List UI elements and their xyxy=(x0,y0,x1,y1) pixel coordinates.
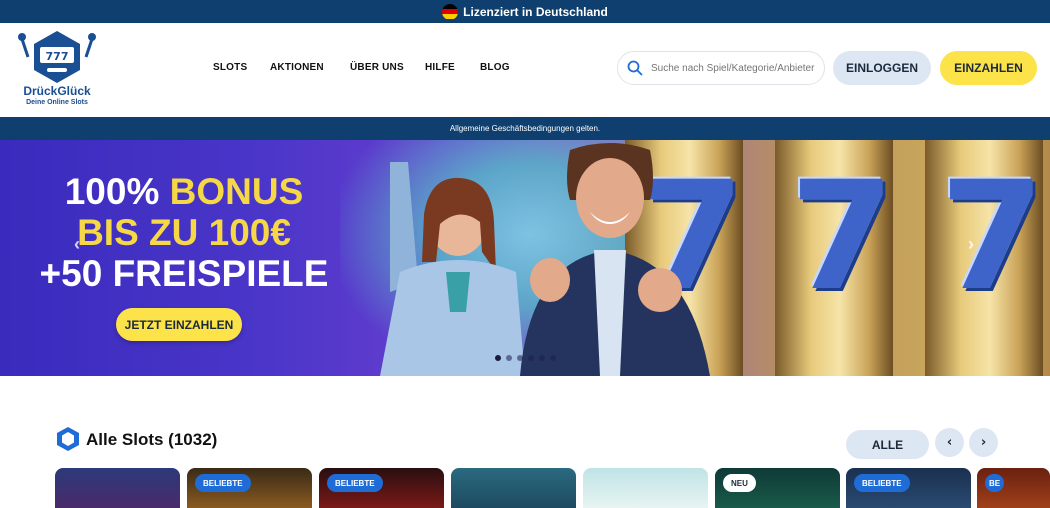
slot-tile[interactable]: BELIEBTE xyxy=(319,468,444,508)
site-header: 777 DrückGlück Deine Online Slots SLOTS … xyxy=(0,23,1050,117)
nav-blog[interactable]: BLOG xyxy=(480,62,510,73)
carousel-dot[interactable] xyxy=(517,355,523,361)
nav-ueber-uns[interactable]: ÜBER UNS xyxy=(350,62,425,73)
tile-badge: BELIEBTE xyxy=(327,474,383,492)
terms-bar: Allgemeine Geschäftsbedingungen gelten. xyxy=(0,117,1050,140)
nav-aktionen[interactable]: AKTIONEN xyxy=(270,62,350,73)
slot-tile[interactable]: BELIEBTE xyxy=(846,468,971,508)
carousel-dots xyxy=(495,355,556,361)
deposit-button[interactable]: EINZAHLEN xyxy=(940,51,1037,85)
hero-percent-text: 100% xyxy=(64,171,160,212)
carousel-dot[interactable] xyxy=(550,355,556,361)
hero-headline-line1: 100% BONUS xyxy=(34,171,334,212)
tile-badge: BE xyxy=(985,474,1005,492)
reel-seven: 7 xyxy=(790,150,895,324)
slot-tile[interactable] xyxy=(55,468,180,508)
search-icon[interactable] xyxy=(627,60,643,76)
slot-tile[interactable]: BELIEBTE xyxy=(187,468,312,508)
terms-link[interactable]: Allgemeine Geschäftsbedingungen gelten. xyxy=(450,124,600,133)
license-text: Lizenziert in Deutschland xyxy=(463,4,608,19)
hexagon-icon xyxy=(57,427,79,451)
logo-title[interactable]: DrückGlück xyxy=(14,84,100,98)
carousel-dot[interactable] xyxy=(528,355,534,361)
license-bar: Lizenziert in Deutschland xyxy=(0,0,1050,23)
login-button[interactable]: EINLOGGEN xyxy=(833,51,931,85)
svg-text:777: 777 xyxy=(46,50,69,63)
reel-seven: 7 xyxy=(940,150,1045,324)
tile-badge: BELIEBTE xyxy=(854,474,910,492)
main-nav: SLOTS AKTIONEN ÜBER UNS HILFE BLOG xyxy=(213,62,510,73)
slot-tile[interactable]: NEU xyxy=(715,468,840,508)
carousel-dot[interactable] xyxy=(495,355,501,361)
chevron-left-icon[interactable]: ‹ xyxy=(935,428,964,457)
slot-tile[interactable] xyxy=(451,468,576,508)
slot-tile[interactable] xyxy=(583,468,708,508)
tile-badge: BELIEBTE xyxy=(195,474,251,492)
hero-next-arrow[interactable]: › xyxy=(968,234,974,255)
hero-deposit-button[interactable]: JETZT EINZAHLEN xyxy=(116,308,242,341)
hero-headline-line2: BIS ZU 100€ xyxy=(77,212,291,253)
search-box[interactable] xyxy=(617,51,825,85)
nav-slots[interactable]: SLOTS xyxy=(213,62,270,73)
tile-badge: NEU xyxy=(723,474,756,492)
hero-headline-line3: +50 FREISPIELE xyxy=(39,253,329,294)
hero-bonus-text: BONUS xyxy=(169,171,304,212)
search-input[interactable] xyxy=(651,62,821,74)
logo-subtitle: Deine Online Slots xyxy=(26,99,88,106)
slot-tile[interactable]: BE xyxy=(977,468,1050,508)
woman-illustration xyxy=(380,162,525,376)
carousel-dot[interactable] xyxy=(539,355,545,361)
carousel-dot[interactable] xyxy=(506,355,512,361)
nav-hilfe[interactable]: HILFE xyxy=(425,62,480,73)
man-illustration xyxy=(520,143,710,376)
all-filter-button[interactable]: ALLE xyxy=(846,430,929,459)
chevron-right-icon[interactable]: › xyxy=(969,428,998,457)
germany-flag-icon xyxy=(442,3,459,20)
section-title: Alle Slots (1032) xyxy=(86,430,218,449)
